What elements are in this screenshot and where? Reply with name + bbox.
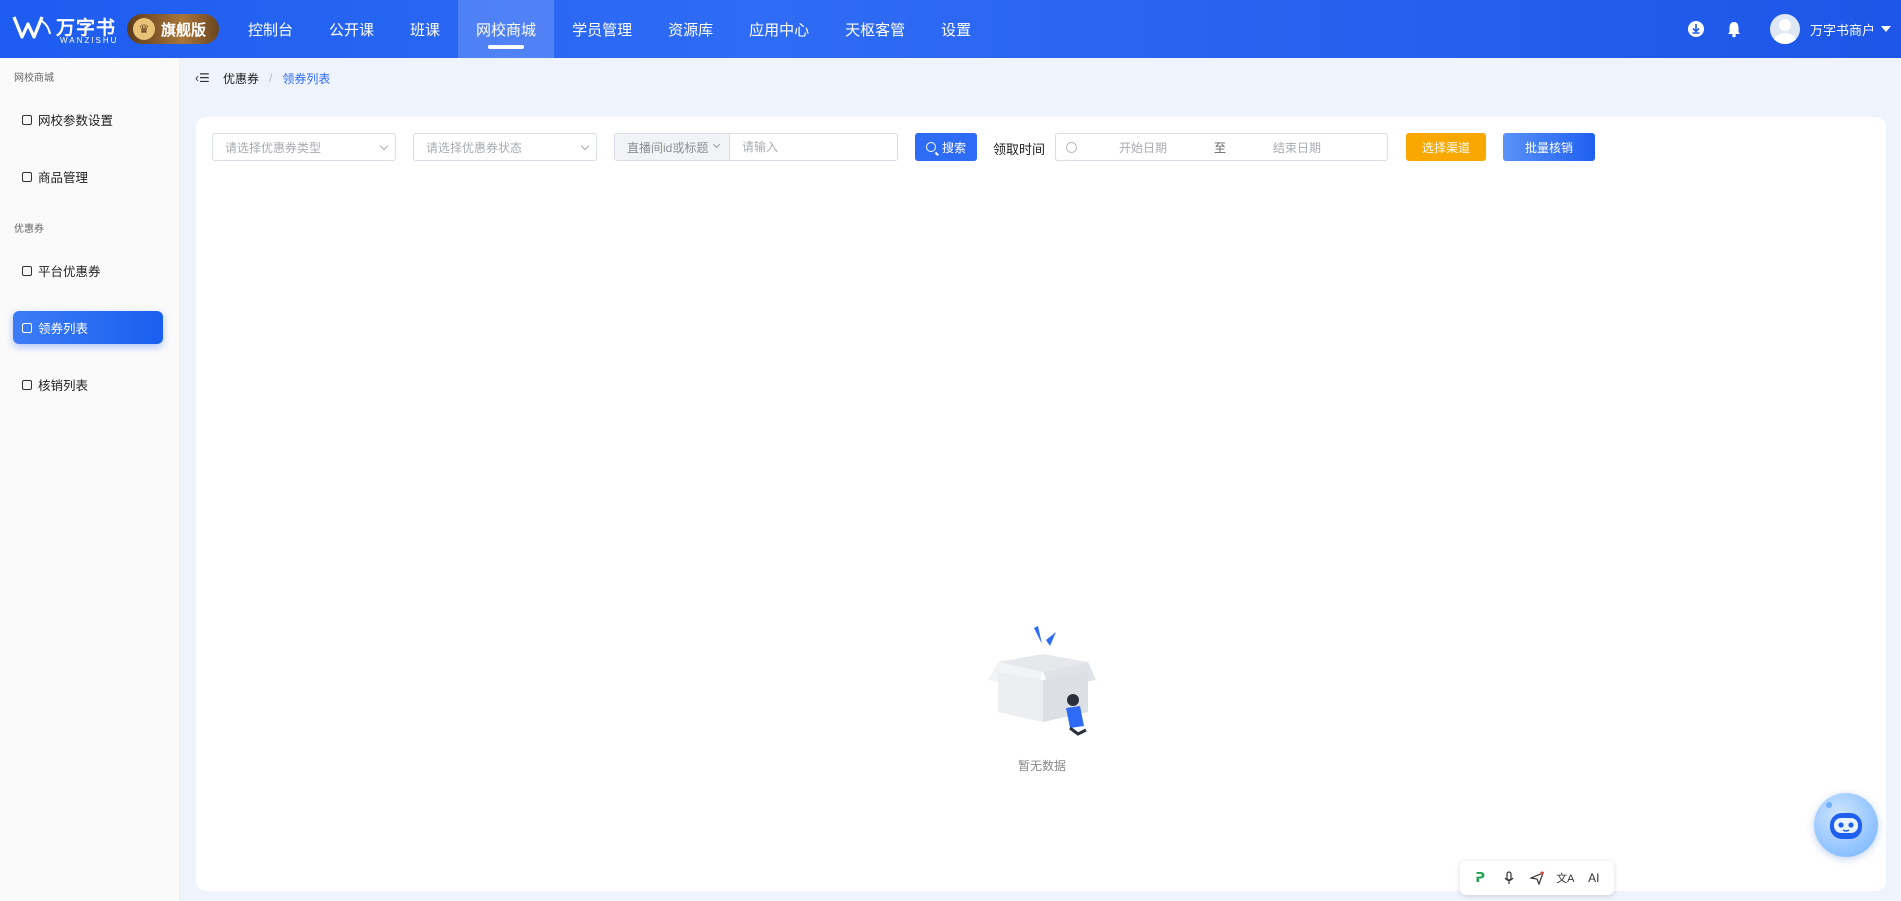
breadcrumb: ‹☰ 优惠券 / 领券列表: [195, 70, 330, 86]
check-list-icon: [22, 379, 32, 390]
chevron-down-icon: [712, 140, 721, 149]
claim-time-label: 领取时间: [993, 142, 1046, 157]
end-date-input[interactable]: 结束日期: [1273, 139, 1321, 156]
collapse-menu-icon[interactable]: ‹☰: [195, 71, 210, 85]
sidebar-group-coupon: 优惠券: [14, 224, 44, 235]
select-placeholder: 请选择优惠券状态: [426, 140, 523, 155]
clock-icon: [1066, 141, 1077, 153]
coupon-status-select[interactable]: 请选择优惠券状态: [413, 133, 597, 161]
start-date-input[interactable]: 开始日期: [1119, 139, 1167, 156]
select-channel-button[interactable]: 选择渠道: [1406, 133, 1486, 161]
bell-icon[interactable]: [1724, 19, 1744, 39]
batch-verify-button[interactable]: 批量核销: [1503, 133, 1595, 161]
content-card: 请选择优惠券类型 请选择优惠券状态 直播间id或标题 搜索 领取时间 开始日期 …: [196, 117, 1886, 891]
sidebar-item-label: 领券列表: [38, 322, 89, 336]
nav-mall[interactable]: 网校商城: [458, 0, 555, 58]
sidebar-item-school-params[interactable]: 网校参数设置: [13, 103, 163, 136]
chevron-down-icon[interactable]: [1881, 26, 1891, 32]
microphone-icon[interactable]: [1498, 867, 1520, 889]
header-actions: 万字书商户: [1686, 0, 1901, 58]
date-range-picker[interactable]: 开始日期 至 结束日期: [1055, 133, 1388, 161]
floating-toolbar: ᕈ 文A AI: [1460, 861, 1614, 895]
nav-apps[interactable]: 应用中心: [731, 0, 827, 58]
crown-icon: ♛: [133, 18, 155, 40]
send-icon[interactable]: [1526, 867, 1548, 889]
tablet-icon: [22, 114, 32, 125]
empty-box-icon: [988, 626, 1096, 736]
shop-icon: [22, 171, 32, 182]
sidebar-item-label: 核销列表: [38, 379, 89, 393]
breadcrumb-current: 领券列表: [282, 71, 331, 86]
search-field-select[interactable]: 直播间id或标题: [615, 134, 730, 160]
nav-resources[interactable]: 资源库: [650, 0, 731, 58]
nav-settings[interactable]: 设置: [923, 0, 989, 58]
sidebar-item-goods[interactable]: 商品管理: [13, 160, 163, 193]
live-search-combo: 直播间id或标题: [614, 133, 898, 161]
breadcrumb-separator: /: [269, 71, 273, 85]
sidebar-group-mall: 网校商城: [14, 73, 54, 84]
main-nav: 控制台 公开课 班课 网校商城 学员管理 资源库 应用中心 天枢客管 设置: [230, 0, 989, 58]
assistant-robot-icon[interactable]: [1814, 793, 1878, 857]
nav-students[interactable]: 学员管理: [554, 0, 650, 58]
nav-open-course[interactable]: 公开课: [311, 0, 392, 58]
breadcrumb-parent[interactable]: 优惠券: [223, 70, 259, 87]
plugin-logo-icon[interactable]: ᕈ: [1469, 867, 1491, 889]
sidebar-item-claim-list[interactable]: 领券列表: [13, 311, 163, 344]
ai-icon[interactable]: AI: [1583, 867, 1605, 889]
sidebar-item-platform-coupon[interactable]: 平台优惠券: [13, 254, 163, 287]
search-button[interactable]: 搜索: [915, 133, 977, 161]
search-button-label: 搜索: [941, 140, 966, 155]
nav-dashboard[interactable]: 控制台: [230, 0, 311, 58]
sidebar-item-label: 平台优惠券: [38, 265, 101, 279]
user-name[interactable]: 万字书商户: [1810, 20, 1875, 39]
translate-icon[interactable]: 文A: [1554, 867, 1576, 889]
edition-badge: ♛ 旗舰版: [127, 14, 219, 44]
chevron-down-icon: [379, 141, 389, 151]
sidebar-item-label: 商品管理: [38, 171, 89, 185]
coupon-type-select[interactable]: 请选择优惠券类型: [212, 133, 396, 161]
edition-label: 旗舰版: [161, 21, 207, 39]
empty-text: 暂无数据: [1018, 759, 1067, 773]
chevron-down-icon: [580, 141, 590, 151]
nav-class[interactable]: 班课: [392, 0, 458, 58]
select-placeholder: 请选择优惠券类型: [225, 140, 322, 155]
search-input[interactable]: [730, 134, 897, 160]
brand-sub: WANZISHU: [60, 36, 119, 45]
download-icon[interactable]: [1686, 19, 1706, 39]
logo-mark-icon: [12, 16, 51, 39]
sidebar: 网校商城 网校参数设置 商品管理 优惠券 平台优惠券 领券列表 核销列表: [0, 58, 180, 901]
avatar[interactable]: [1769, 14, 1800, 44]
sidebar-item-verify-list[interactable]: 核销列表: [13, 368, 163, 401]
search-field-label: 直播间id或标题: [627, 140, 709, 155]
list-icon: [22, 322, 32, 333]
search-icon: [925, 142, 936, 152]
coupon-icon: [22, 265, 32, 276]
logo[interactable]: 万字书 WANZISHU: [12, 12, 124, 46]
nav-crm[interactable]: 天枢客管: [827, 0, 923, 58]
range-separator: 至: [1214, 140, 1227, 155]
sidebar-item-label: 网校参数设置: [38, 114, 114, 128]
top-bar: 万字书 WANZISHU ♛ 旗舰版 控制台 公开课 班课 网校商城 学员管理 …: [0, 0, 1901, 58]
